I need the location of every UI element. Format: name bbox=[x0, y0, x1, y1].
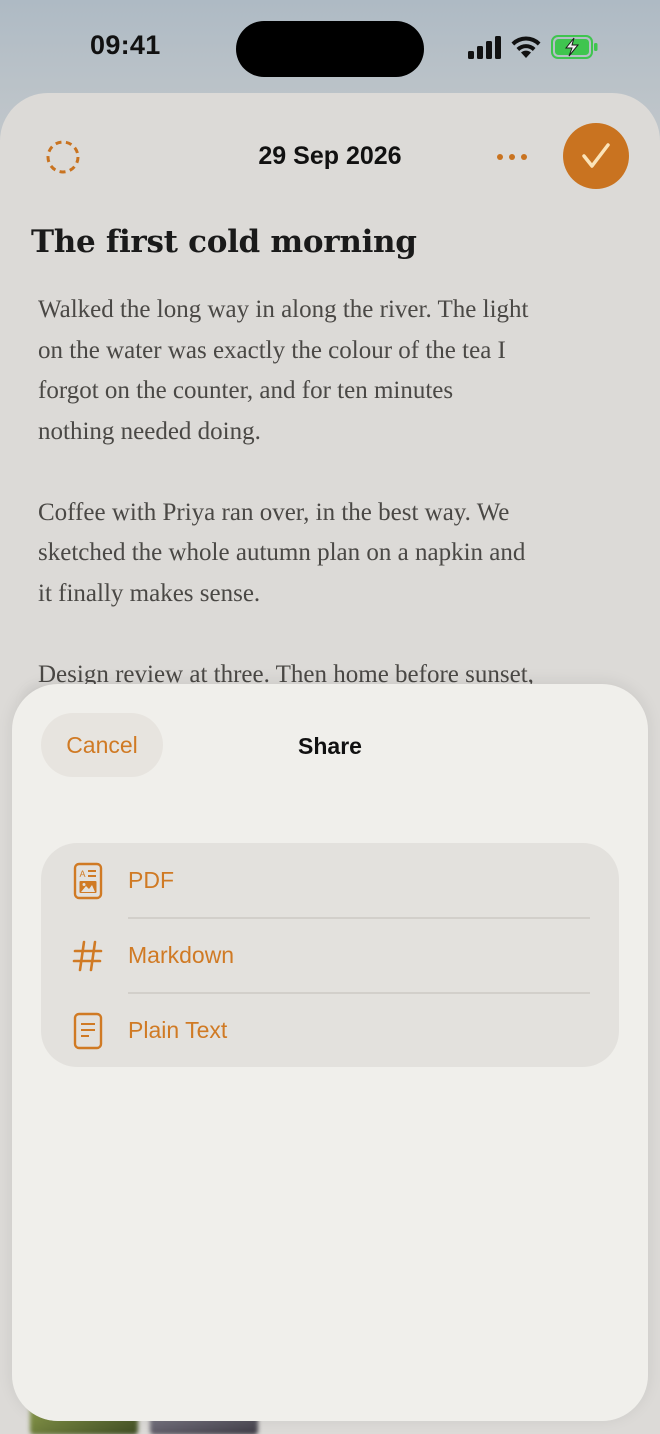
status-time: 09:41 bbox=[90, 30, 161, 60]
text-document-icon bbox=[73, 1012, 103, 1050]
more-options-icon[interactable] bbox=[494, 145, 530, 169]
dynamic-island bbox=[236, 21, 424, 77]
share-option-plain-text[interactable]: Plain Text bbox=[41, 993, 619, 1068]
share-option-label: Markdown bbox=[128, 942, 235, 968]
cellular-signal-icon bbox=[468, 36, 501, 59]
sheet-title: Share bbox=[298, 733, 362, 759]
note-title[interactable]: The first cold morning bbox=[31, 224, 417, 260]
share-option-pdf[interactable]: A PDF bbox=[41, 843, 619, 918]
svg-text:A: A bbox=[80, 869, 86, 879]
note-paragraph: Walked the long way in along the river. … bbox=[38, 296, 529, 445]
note-body[interactable]: Walked the long way in along the river. … bbox=[38, 290, 638, 736]
note-date[interactable]: 29 Sep 2026 bbox=[0, 142, 660, 171]
share-sheet: Cancel Share A PDF Markdown Plain Text bbox=[12, 684, 648, 1421]
battery-charging-icon bbox=[551, 35, 598, 59]
share-option-label: Plain Text bbox=[128, 1017, 228, 1043]
note-paragraph: Coffee with Priya ran over, in the best … bbox=[38, 498, 526, 607]
sheet-bottom-fade bbox=[12, 1320, 648, 1421]
share-option-markdown[interactable]: Markdown bbox=[41, 918, 619, 993]
wifi-icon bbox=[511, 36, 541, 58]
hash-icon bbox=[72, 940, 103, 972]
checkmark-icon bbox=[582, 143, 610, 168]
share-option-label: PDF bbox=[128, 867, 174, 893]
share-options-list: A PDF Markdown Plain Text bbox=[41, 843, 619, 1067]
status-bar: 09:41 bbox=[0, 0, 660, 96]
pdf-document-icon: A bbox=[73, 862, 103, 900]
done-button[interactable] bbox=[563, 123, 629, 189]
